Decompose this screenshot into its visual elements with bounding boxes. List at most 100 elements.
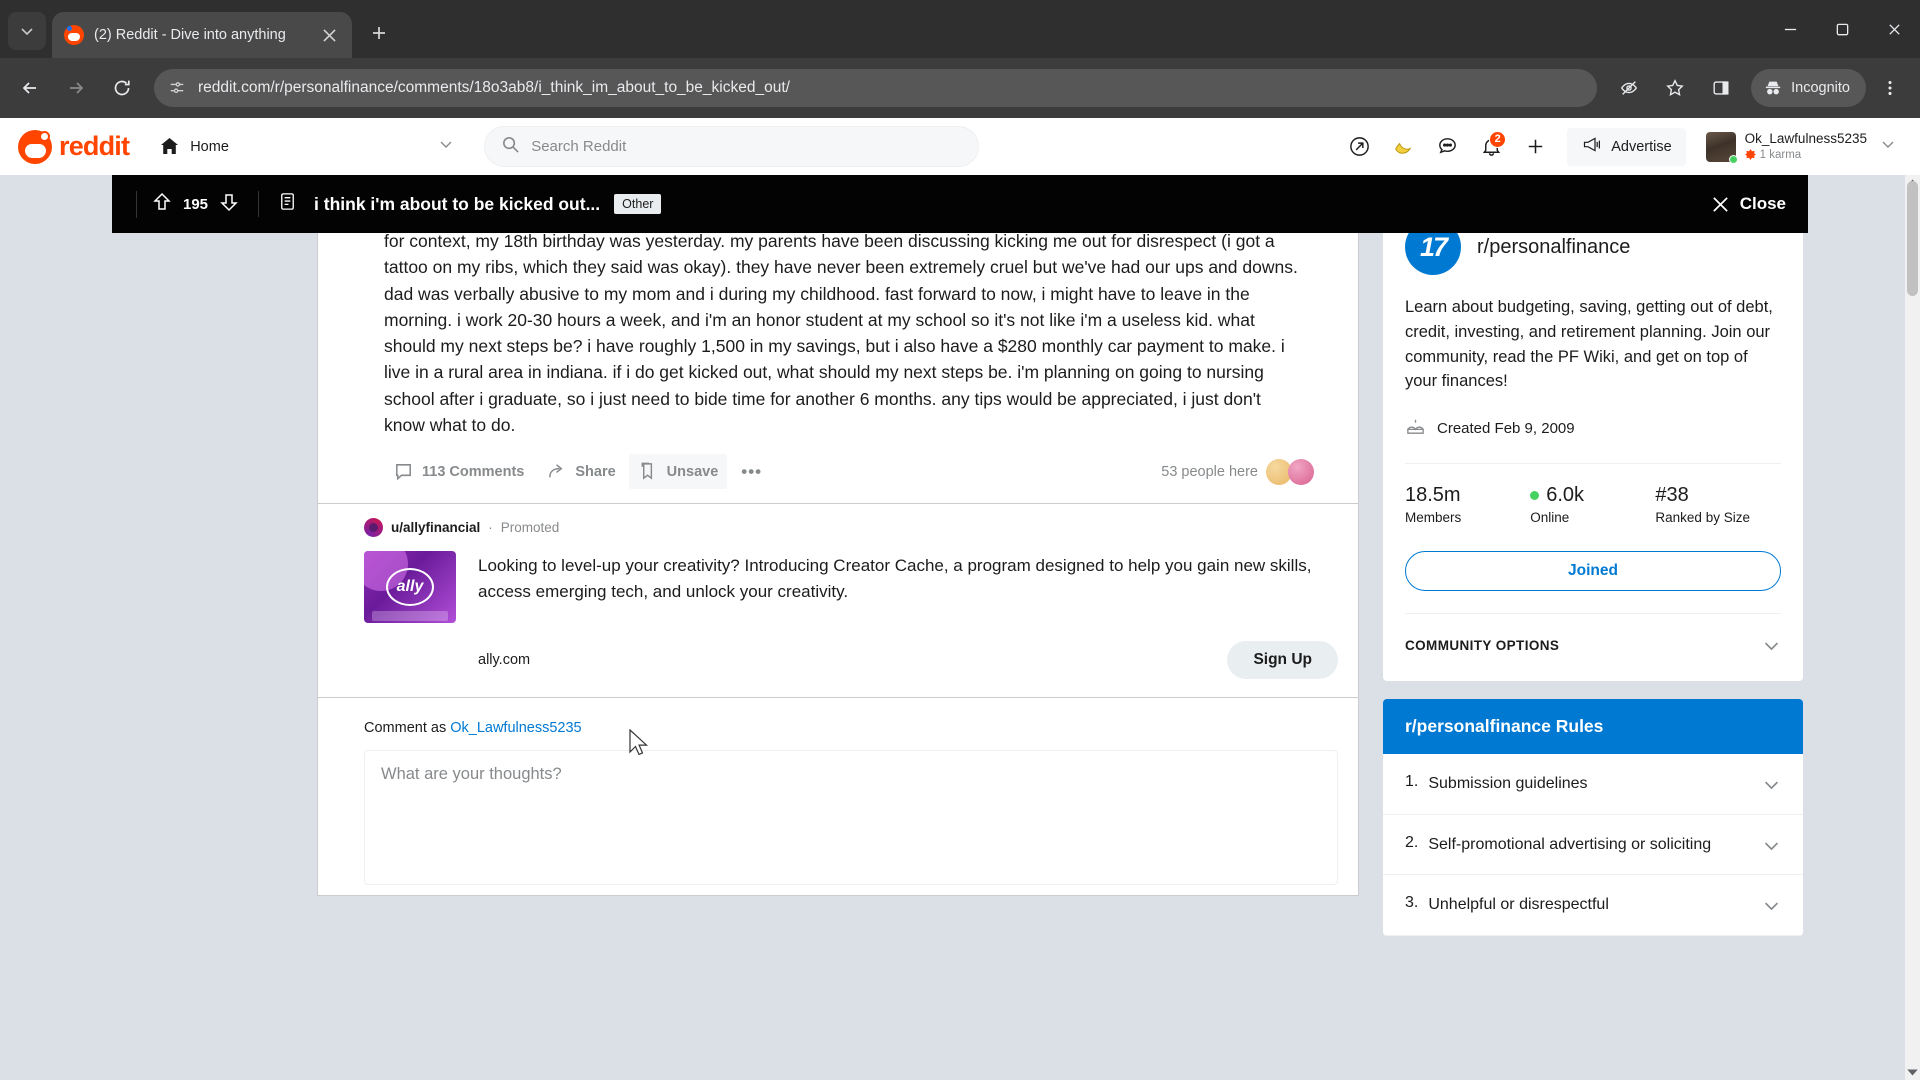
rule-text: Self-promotional advertising or soliciti…: [1428, 835, 1712, 853]
share-button[interactable]: Share: [537, 454, 624, 489]
ad-link[interactable]: ally.com: [364, 652, 530, 668]
rule-item[interactable]: 2. Self-promotional advertising or solic…: [1383, 815, 1803, 876]
minimize-button[interactable]: [1764, 0, 1816, 58]
rule-item[interactable]: 3. Unhelpful or disrespectful: [1383, 875, 1803, 936]
page-settings-icon[interactable]: [168, 79, 186, 97]
advertise-button[interactable]: Advertise: [1567, 127, 1686, 166]
rule-number: 2.: [1405, 833, 1419, 851]
tracking-protection-button[interactable]: [1607, 66, 1651, 110]
community-info-card: 17 r/personalfinance Learn about budgeti…: [1383, 175, 1803, 681]
reddit-logo[interactable]: reddit: [18, 129, 130, 164]
close-label: Close: [1739, 194, 1786, 213]
search-icon: [501, 135, 520, 159]
subreddit-description: Learn about budgeting, saving, getting o…: [1405, 298, 1773, 391]
star-icon: [1666, 79, 1684, 97]
comment-as-row: Comment as Ok_Lawfulness5235: [338, 720, 1338, 736]
sticky-post-bar: 195 i think i'm about to be kicked out..…: [112, 175, 1808, 233]
comment-input[interactable]: What are your thoughts?: [364, 750, 1338, 885]
window-close-button[interactable]: [1868, 0, 1920, 58]
promoted-ad-card: u/allyfinancial · Promoted ally Looking …: [317, 504, 1359, 698]
browser-menu-button[interactable]: [1868, 66, 1912, 110]
ad-thumbnail[interactable]: ally: [364, 551, 456, 623]
bookmark-button[interactable]: [1653, 66, 1697, 110]
ad-header: u/allyfinancial · Promoted: [338, 518, 1338, 537]
home-dropdown[interactable]: Home: [149, 127, 464, 167]
chevron-down-icon: [1764, 642, 1779, 651]
header-icon-group: 2 Advertise Ok_Lawfulness5235 1 karma: [1339, 125, 1902, 169]
upvote-icon: [153, 192, 171, 210]
back-button[interactable]: [8, 66, 52, 110]
browser-tab[interactable]: (2) Reddit - Dive into anything: [52, 12, 352, 58]
user-menu[interactable]: Ok_Lawfulness5235 1 karma: [1696, 125, 1902, 169]
content-area: Other for context, my 18th birthday was …: [0, 175, 1920, 1080]
scroll-view: Other for context, my 18th birthday was …: [0, 175, 1920, 1080]
side-panel-button[interactable]: [1699, 66, 1743, 110]
ad-separator: ·: [488, 520, 493, 535]
people-here: 53 people here: [1161, 458, 1314, 485]
tab-strip: (2) Reddit - Dive into anything: [0, 0, 1920, 58]
advertise-label: Advertise: [1611, 138, 1672, 155]
rule-number: 1.: [1405, 773, 1419, 790]
chevron-down-icon: [1876, 136, 1896, 157]
incognito-label: Incognito: [1791, 80, 1850, 96]
save-bookmark-icon: [641, 462, 652, 480]
comment-as-username[interactable]: Ok_Lawfulness5235: [450, 720, 581, 736]
ad-content-row[interactable]: ally Looking to level-up your creativity…: [338, 537, 1338, 623]
search-input[interactable]: [531, 138, 963, 155]
divider: [258, 191, 260, 217]
create-post-button[interactable]: [1515, 127, 1555, 167]
mouse-cursor: [628, 728, 650, 764]
notifications-button[interactable]: 2: [1471, 127, 1511, 167]
browser-window: (2) Reddit - Dive into anything reddit.c…: [0, 0, 1920, 1080]
tab-search-button[interactable]: [8, 12, 46, 50]
user-karma: 1 karma: [1744, 149, 1867, 162]
page-scrollbar[interactable]: [1905, 175, 1920, 1080]
avatar: [1288, 458, 1314, 485]
created-row: Created Feb 9, 2009: [1405, 416, 1781, 441]
karma-icon: [1744, 149, 1756, 161]
joined-button[interactable]: Joined: [1405, 551, 1781, 591]
chevron-down-icon: [21, 28, 33, 36]
community-options-toggle[interactable]: COMMUNITY OPTIONS: [1405, 613, 1781, 663]
reload-button[interactable]: [100, 66, 144, 110]
ad-signup-button[interactable]: Sign Up: [1227, 641, 1338, 679]
chevron-down-icon: [1764, 781, 1779, 790]
new-tab-button[interactable]: [362, 16, 396, 50]
comments-button[interactable]: 113 Comments: [384, 454, 533, 489]
chevron-down-icon: [438, 136, 454, 157]
arrow-left-icon: [22, 82, 36, 94]
rule-item[interactable]: 1. Submission guidelines: [1383, 754, 1803, 815]
advertiser-name[interactable]: u/allyfinancial: [391, 520, 480, 535]
incognito-indicator[interactable]: Incognito: [1751, 69, 1866, 107]
home-label: Home: [190, 138, 229, 155]
reddit-gold-button[interactable]: [1383, 127, 1423, 167]
post-body: for context, my 18th birthday was yester…: [384, 231, 1298, 435]
share-icon: [549, 464, 563, 478]
sticky-post-title[interactable]: i think i'm about to be kicked out...: [314, 194, 600, 215]
stat-rank: #38 Ranked by Size: [1655, 484, 1780, 525]
stat-label: Members: [1405, 510, 1462, 525]
sticky-post-flair: Other: [614, 194, 662, 214]
chat-button[interactable]: [1427, 127, 1467, 167]
address-bar[interactable]: reddit.com/r/personalfinance/comments/18…: [154, 69, 1598, 107]
popular-button[interactable]: [1339, 127, 1379, 167]
upvote-button[interactable]: [151, 191, 173, 218]
community-options-label: COMMUNITY OPTIONS: [1405, 638, 1560, 653]
downvote-button[interactable]: [218, 191, 240, 218]
community-info-body: 17 r/personalfinance Learn about budgeti…: [1383, 175, 1803, 681]
scroll-down-button[interactable]: [1905, 1065, 1920, 1080]
post-type-icon: [277, 191, 298, 217]
sidebar-column: 17 r/personalfinance Learn about budgeti…: [1383, 175, 1803, 1080]
minimize-icon: [1784, 28, 1796, 30]
more-options-button[interactable]: •••: [731, 455, 772, 489]
chat-bubble-icon: [1438, 138, 1456, 154]
unsave-button[interactable]: Unsave: [628, 454, 728, 489]
tab-close-button[interactable]: [318, 24, 340, 46]
scrollbar-thumb[interactable]: [1907, 181, 1918, 296]
forward-button[interactable]: [54, 66, 98, 110]
close-post-button[interactable]: Close: [1711, 194, 1786, 214]
maximize-button[interactable]: [1816, 0, 1868, 58]
stat-label: Ranked by Size: [1655, 510, 1750, 525]
downvote-icon: [220, 193, 238, 211]
search-bar[interactable]: [484, 126, 980, 167]
